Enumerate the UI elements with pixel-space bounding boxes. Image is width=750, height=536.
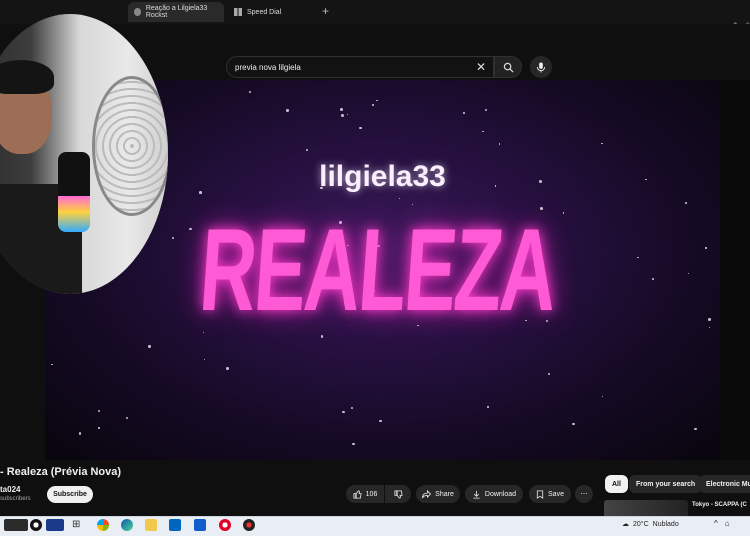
star-dot [693,427,697,431]
related-thumbnail[interactable] [604,500,688,516]
tab-favicon-icon [134,8,141,16]
share-button[interactable]: Share [416,485,460,503]
browser-tab-strip [0,0,750,24]
copilot-icon[interactable] [97,519,109,531]
star-dot [372,104,374,106]
chip-electronic-music[interactable]: Electronic Mus [699,475,750,493]
star-dot [352,442,355,446]
app-icon[interactable] [46,519,64,531]
star-dot [248,91,251,94]
star-dot [359,126,362,130]
soccer-ball-icon[interactable] [30,519,42,531]
star-dot [98,427,100,429]
search-icon [503,62,514,73]
dislike-button[interactable] [385,485,411,503]
star-dot [78,432,82,436]
download-label: Download [484,490,517,498]
voice-search-button[interactable] [530,56,552,78]
subscriber-count: subscribers [0,496,31,502]
star-dot [340,113,344,117]
video-title: - Realeza (Prévia Nova) [0,466,122,478]
chip-from-your-search[interactable]: From your search [629,475,703,493]
star-dot [398,198,400,200]
thumbs-up-icon [353,489,362,499]
obs-icon[interactable] [243,519,255,531]
microsoft-store-icon[interactable] [169,519,181,531]
channel-name[interactable]: ta024 [0,485,20,494]
opera-icon[interactable] [219,519,231,531]
chevron-up-icon[interactable]: ^ [714,519,718,528]
person-hair [0,60,54,94]
star-dot [226,367,229,371]
mic-icon [536,61,546,73]
star-dot [342,410,345,414]
star-dot [601,143,603,145]
star-dot [203,358,205,360]
star-dot [601,396,603,398]
cloud-icon: ☁ [622,521,629,528]
star-dot [50,363,53,366]
star-dot [350,407,353,410]
weather-widget[interactable]: ☁ 20°C Nublado [622,520,679,529]
edge-icon[interactable] [121,519,133,531]
star-dot [482,131,484,133]
tab-label: Speed Dial [247,8,282,16]
search-button[interactable] [494,56,522,78]
tab-speed-dial[interactable]: Speed Dial [228,2,318,22]
search-query: previa nova lilgiela [235,62,301,72]
tab-label: Reação a Lilgiela33 Rockst [145,5,208,19]
system-tray[interactable]: ^ ⌂ [714,519,730,528]
task-view-icon[interactable]: ⊞ [72,519,84,531]
star-dot [375,99,378,102]
bookmark-icon [536,489,544,499]
weather-temp: 20°C [633,520,649,528]
close-icon[interactable]: ✕ [476,60,486,74]
more-actions-icon[interactable]: ⋯ [575,485,593,503]
related-video-item[interactable]: Tokyo - SCAPPA (C [604,500,750,516]
like-count: 106 [365,490,378,498]
network-icon[interactable]: ⌂ [725,519,730,528]
star-dot [148,345,151,348]
share-label: Share [435,490,454,498]
save-button[interactable]: Save [529,485,571,503]
star-dot [487,406,489,408]
fan-image [92,76,168,216]
star-dot [485,108,488,111]
file-explorer-icon[interactable] [145,519,157,531]
star-dot [498,143,500,145]
star-dot [125,417,128,420]
speed-dial-icon [234,8,242,16]
subscribe-button[interactable]: Subscribe [47,486,93,503]
star-dot [339,108,343,112]
star-dot [285,108,289,112]
share-arrow-icon [422,489,432,498]
tab-reacao[interactable]: Reação a Lilgiela33 Rockst [128,2,224,22]
weather-text: Nublado [652,520,679,528]
star-dot [547,373,550,376]
download-icon [473,490,480,499]
star-dot [346,113,348,115]
star-dot [379,419,382,423]
microphone-image [58,152,90,232]
player-edge [720,80,750,460]
start-icon[interactable] [4,519,28,531]
thumbs-down-icon [393,489,403,499]
plus-icon[interactable]: + [322,4,329,18]
related-title[interactable]: Tokyo - SCAPPA (C [692,502,747,516]
search-input[interactable]: previa nova lilgiela [226,56,494,78]
star-dot [97,409,100,412]
like-button[interactable]: 106 [346,485,384,503]
star-dot [463,112,465,115]
star-dot [572,423,575,426]
outlook-icon[interactable] [194,519,206,531]
save-label: Save [548,490,564,498]
chip-all[interactable]: All [605,475,628,493]
star-dot [305,148,308,152]
download-button[interactable]: Download [465,485,523,503]
